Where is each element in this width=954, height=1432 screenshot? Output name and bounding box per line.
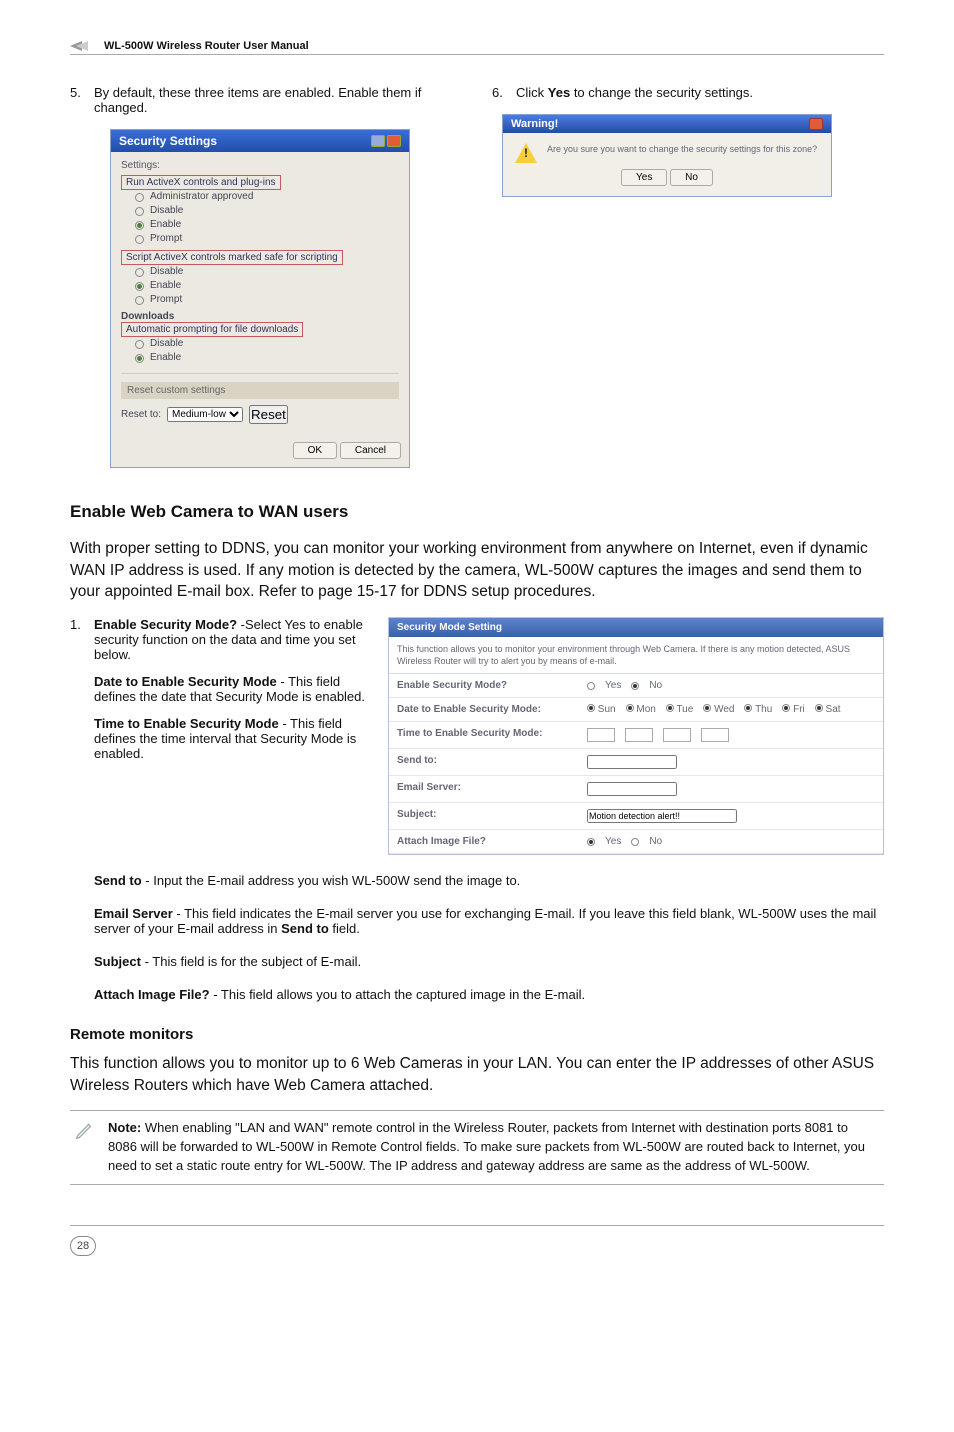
group-auto-prompt: Automatic prompting for file downloads — [121, 322, 303, 337]
panel-desc: This function allows you to monitor your… — [389, 637, 883, 674]
radio-no[interactable] — [631, 682, 639, 690]
logo-arrow-icon — [70, 41, 94, 51]
radio-disable[interactable] — [135, 207, 144, 216]
step-5-text: By default, these three items are enable… — [94, 85, 462, 115]
radio-disable-2[interactable] — [135, 268, 144, 277]
radio-attach-yes[interactable] — [587, 838, 595, 846]
radio-wed[interactable] — [703, 704, 711, 712]
section-enable-webcam: Enable Web Camera to WAN users — [70, 502, 884, 522]
help-icon[interactable] — [371, 135, 385, 147]
sendto-input[interactable] — [587, 755, 677, 769]
row-time: Time to Enable Security Mode: — [389, 722, 579, 748]
note-text: Note: When enabling "LAN and WAN" remote… — [108, 1119, 880, 1176]
step-5-num: 5. — [70, 85, 88, 115]
time-box-4[interactable] — [701, 728, 729, 742]
pencil-icon — [74, 1119, 96, 1176]
warning-dialog: Warning! Are you sure you want to change… — [502, 114, 832, 197]
time-box-2[interactable] — [625, 728, 653, 742]
close-icon[interactable] — [809, 118, 823, 130]
row-enable-mode: Enable Security Mode? — [389, 674, 579, 697]
steps-row: 5. By default, these three items are ena… — [70, 85, 884, 468]
dialog-window-buttons — [371, 135, 401, 147]
step-1-num: 1. — [70, 617, 88, 662]
settings-label: Settings: — [121, 160, 399, 171]
radio-fri[interactable] — [782, 704, 790, 712]
row-emailserver: Email Server: — [389, 776, 579, 802]
section-remote-monitors-para: This function allows you to monitor up t… — [70, 1053, 884, 1096]
emailserver-input[interactable] — [587, 782, 677, 796]
security-settings-dialog: Security Settings Settings: Run ActiveX … — [110, 129, 410, 468]
radio-enable-3[interactable] — [135, 354, 144, 363]
radio-sun[interactable] — [587, 704, 595, 712]
radio-attach-no[interactable] — [631, 838, 639, 846]
row-attach: Attach Image File? — [389, 830, 579, 853]
page-number: 28 — [70, 1236, 96, 1256]
radio-yes[interactable] — [587, 682, 595, 690]
note-block: Note: When enabling "LAN and WAN" remote… — [70, 1110, 884, 1185]
no-button[interactable]: No — [670, 169, 713, 186]
step-6: 6. Click Yes to change the security sett… — [492, 85, 884, 468]
radio-prompt-2[interactable] — [135, 296, 144, 305]
radio-mon[interactable] — [626, 704, 634, 712]
cancel-button[interactable]: Cancel — [340, 442, 401, 459]
close-icon[interactable] — [387, 135, 401, 147]
reset-to-label: Reset to: — [121, 409, 161, 420]
radio-enable[interactable] — [135, 221, 144, 230]
radio-disable-3[interactable] — [135, 340, 144, 349]
warning-title: Warning! — [511, 118, 558, 130]
manual-title: WL-500W Wireless Router User Manual — [104, 40, 309, 52]
downloads-group: Downloads — [121, 311, 399, 322]
reset-section: Reset custom settings — [121, 382, 399, 399]
page-header: WL-500W Wireless Router User Manual — [70, 40, 884, 55]
warning-icon — [515, 143, 537, 163]
radio-sat[interactable] — [815, 704, 823, 712]
dialog-title: Security Settings — [119, 134, 217, 148]
page-footer: 28 — [70, 1225, 884, 1256]
step1-split: 1. Enable Security Mode? -Select Yes to … — [70, 617, 884, 855]
time-box-3[interactable] — [663, 728, 691, 742]
step-5: 5. By default, these three items are ena… — [70, 85, 462, 468]
panel-title: Security Mode Setting — [389, 618, 883, 637]
row-sendto: Send to: — [389, 749, 579, 775]
radio-prompt[interactable] — [135, 235, 144, 244]
warning-message: Are you sure you want to change the secu… — [547, 143, 819, 155]
section-remote-monitors: Remote monitors — [70, 1026, 884, 1043]
radio-admin[interactable] — [135, 193, 144, 202]
step-1-desc: Enable Security Mode? -Select Yes to ena… — [94, 617, 370, 662]
section-enable-webcam-para: With proper setting to DDNS, you can mon… — [70, 538, 884, 603]
reset-button[interactable]: Reset — [249, 405, 288, 424]
ok-button[interactable]: OK — [293, 442, 337, 459]
row-date-opts: Sun Mon Tue Wed Thu Fri Sat — [579, 698, 883, 721]
yes-button[interactable]: Yes — [621, 169, 667, 186]
subject-input[interactable] — [587, 809, 737, 823]
group-activex-run: Run ActiveX controls and plug-ins — [121, 175, 281, 190]
time-box-1[interactable] — [587, 728, 615, 742]
row-subject: Subject: — [389, 803, 579, 829]
security-mode-setting-panel: Security Mode Setting This function allo… — [388, 617, 884, 855]
radio-thu[interactable] — [744, 704, 752, 712]
radio-enable-2[interactable] — [135, 282, 144, 291]
radio-tue[interactable] — [666, 704, 674, 712]
step-6-text: Click Yes to change the security setting… — [516, 85, 884, 100]
group-script-activex: Script ActiveX controls marked safe for … — [121, 250, 343, 265]
step-6-num: 6. — [492, 85, 510, 100]
reset-select[interactable]: Medium-low — [167, 407, 243, 422]
row-date: Date to Enable Security Mode: — [389, 698, 579, 721]
